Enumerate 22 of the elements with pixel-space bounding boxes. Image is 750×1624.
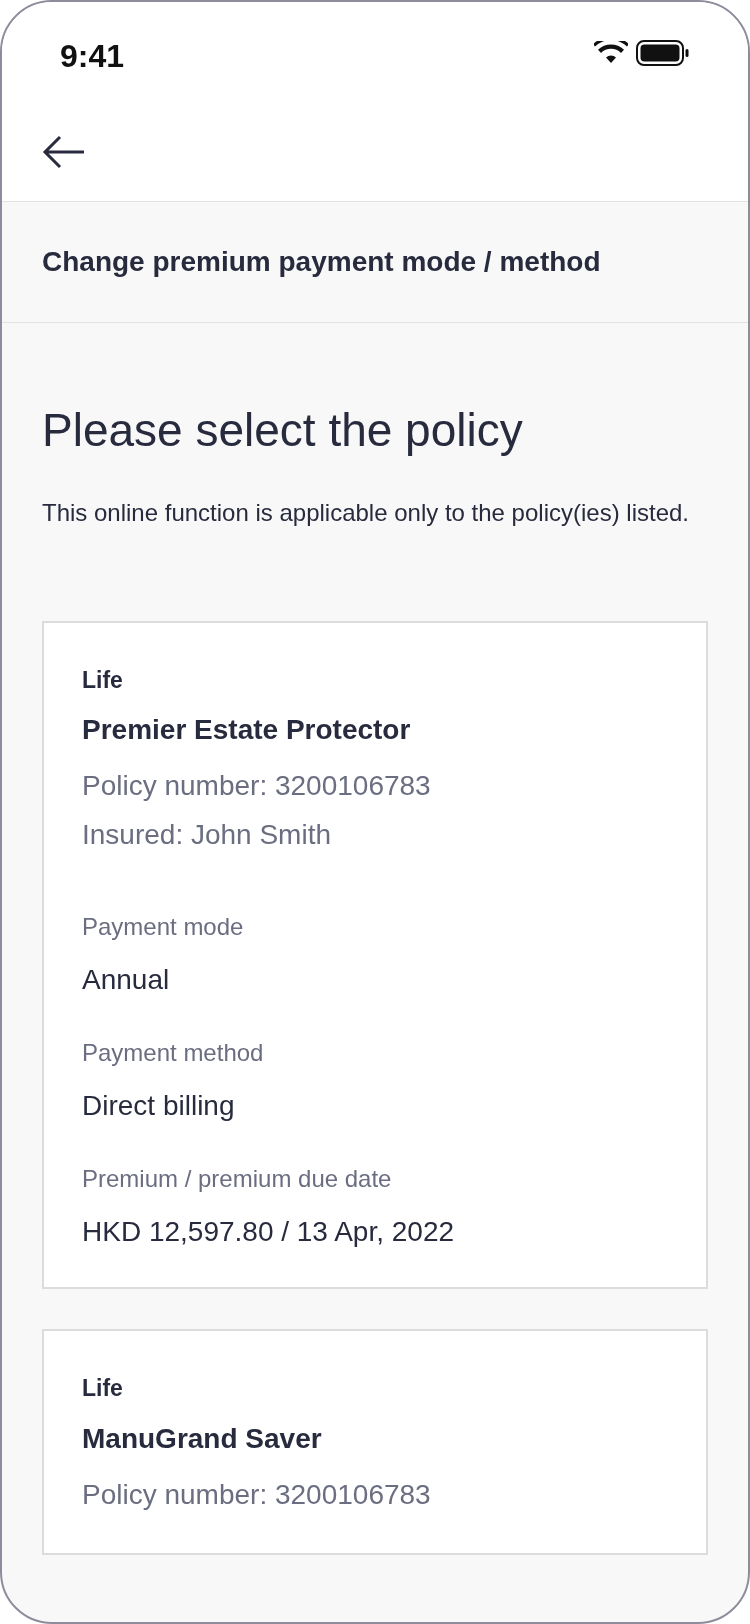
section-heading: Please select the policy (42, 403, 524, 458)
policy-number: Policy number: 3200106783 (82, 769, 432, 804)
policy-name: Premier Estate Protector (82, 713, 412, 748)
policy-name: ManuGrand Saver (82, 1421, 323, 1456)
policy-category: Life (82, 1374, 124, 1404)
battery-icon (636, 40, 690, 66)
field-value: Direct billing (82, 1089, 236, 1124)
policy-category: Life (82, 665, 124, 695)
field-value: Annual (82, 963, 171, 998)
field-label: Premium / premium due date (82, 1164, 393, 1195)
field-label: Payment method (82, 1038, 265, 1069)
insured-name: Insured: John Smith (82, 818, 333, 853)
page-title: Change premium payment mode / method (42, 245, 601, 279)
policy-card[interactable]: Life ManuGrand Saver Policy number: 3200106783 (42, 1329, 708, 1555)
policy-card[interactable]: Life Premier Estate Protector Policy number: 3200106783 Insured: John Smith Payment mode Annual Payment method Direct billing Premium / premium due date HKD 12,597.80 / 13 Apr, 2022 (42, 620, 708, 1290)
policy-number: Policy number: 3200106783 (82, 1477, 432, 1512)
description-text: This online function is applicable only to the policy(ies) listed. (42, 498, 690, 529)
field-value: HKD 12,597.80 / 13 Apr, 2022 (82, 1215, 456, 1250)
status-time: 9:41 (60, 37, 125, 76)
back-button[interactable] (42, 134, 86, 169)
wifi-icon (594, 41, 628, 65)
field-label: Payment mode (82, 912, 245, 943)
